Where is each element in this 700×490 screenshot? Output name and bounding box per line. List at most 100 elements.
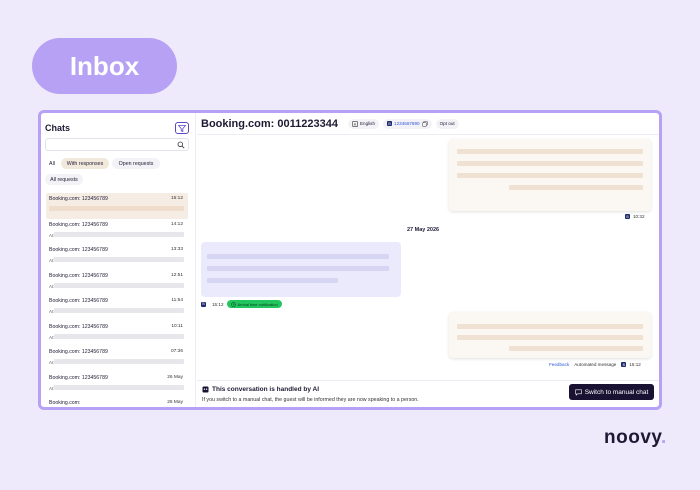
chat-preview [54,308,184,313]
message-text [457,173,643,178]
chat-name: Booking.com: [49,400,81,406]
page-title-pill: Inbox [32,38,177,94]
conversation-panel: Booking.com: 0011223344 A English B 1234… [197,113,659,407]
message-text [457,149,643,154]
message-text [509,346,643,351]
chat-preview [54,359,184,364]
message-text [457,324,643,329]
chat-time: 12:51 [170,272,183,278]
chat-preview [49,206,184,211]
language-chip[interactable]: A English [347,118,380,129]
tab-all[interactable]: All [45,158,59,169]
booking-badge-icon: B [621,362,627,367]
chat-list-item[interactable]: Booking.com: 123456789 14:12 AI: [46,219,188,245]
translate-icon: A [352,120,358,127]
message-text [207,278,338,283]
chat-list-item[interactable]: Booking.com: 123456789 07:36 AI: [46,346,188,372]
reservation-chip[interactable]: B 1234567890 [383,118,432,129]
copy-icon[interactable] [421,120,428,127]
booking-badge-icon: B [625,214,630,219]
chat-time: 07:36 [170,349,183,354]
message-meta: Feedback Automated message B 15:12 [549,362,641,367]
conversation-title: Booking.com: 0011223344 [201,117,338,130]
chat-preview [54,257,184,262]
conversation-header: Booking.com: 0011223344 A English B 1234… [197,113,659,135]
chat-name: Booking.com: 123456789 [49,272,108,279]
chat-list: Booking.com: 123456789 15:12 Booking.com… [46,193,188,407]
feedback-link[interactable]: Feedback [549,362,569,367]
search-icon[interactable] [177,141,185,149]
chat-preview [54,282,184,288]
message-text [457,335,643,340]
chat-name: Booking.com: 123456789 [49,221,108,228]
chat-sidebar: Chats All With responses Open requests A… [41,113,196,407]
booking-badge-icon: B [387,121,393,126]
ai-handling-banner: This conversation is handled by AI If yo… [197,380,659,407]
message-time: 10:32 [633,214,645,219]
switch-to-manual-chat-button[interactable]: Switch to manual chat [569,384,654,400]
date-separator: 27 May 2026 [407,227,440,233]
message-text [207,266,389,271]
page-title: Inbox [69,50,140,81]
arrival-label: Arrival time notification [237,301,278,307]
chat-list-item[interactable]: Booking.com: 123456789 15:12 [46,193,188,219]
chat-time: 11:54 [171,298,183,303]
chat-name: Booking.com: 123456789 [49,374,108,381]
chat-icon [575,389,582,396]
filter-button[interactable] [175,122,189,134]
robot-icon [202,386,209,393]
message-text [457,161,643,166]
chat-list-item[interactable]: Booking.com: 123456789 12:51 AI: [46,270,188,296]
chat-name: Booking.com: 123456789 [49,247,108,253]
chat-list-item[interactable]: Booking.com: 123456789 11:54 AI: [46,295,188,321]
chat-name: Booking.com: 123456789 [49,196,108,202]
message-meta: B 10:32 [625,214,645,219]
message-time: 15:12 [629,362,641,367]
tab-all-requests[interactable]: All requests [45,174,83,185]
chat-name: Booking.com: 123456789 [49,323,108,330]
chat-preview [54,231,184,237]
arrival-notification-badge: Arrival time notification [226,300,282,308]
chat-time: 26 May [167,374,183,380]
app-window: Chats All With responses Open requests A… [38,110,662,410]
message-time: 15:12 [212,301,224,307]
message-text [207,254,389,259]
chat-list-item[interactable]: Booking.com: 123456789 10:11 AI: [46,321,188,347]
sidebar-title: Chats [45,123,71,133]
chat-name: Booking.com: 123456789 [49,349,108,355]
svg-text:A: A [354,122,357,126]
chat-list-item[interactable]: Booking.com: 123456789 26 May AI: [46,372,188,398]
chat-preview [54,333,184,339]
noovy-logo: noovy. [604,427,667,449]
switch-button-label: Switch to manual chat [584,388,649,396]
message-text [509,185,643,190]
chat-list-item[interactable]: Booking.com: 123456789 13:33 AI: [46,244,188,270]
chat-time: 13:33 [170,247,183,252]
chat-name: Booking.com: 123456789 [49,298,108,304]
booking-badge-icon: B [201,301,206,307]
tab-with-responses[interactable]: With responses [61,158,109,169]
incoming-message [201,242,401,297]
chat-preview [54,384,184,390]
banner-title-row: This conversation is handled by AI [202,386,319,393]
automated-message-label: Automated message [574,362,617,367]
logo-text: noovy [604,427,662,448]
outgoing-message [449,139,651,211]
language-label: English [359,121,376,126]
filter-icon [178,124,186,132]
clock-icon [230,301,236,307]
reservation-id: 1234567890 [394,121,420,126]
banner-title: This conversation is handled by AI [212,386,320,393]
search-input[interactable] [49,145,169,157]
sidebar-header: Chats [45,120,189,136]
search-box[interactable] [45,138,189,157]
chat-time: 26 May [167,400,183,405]
outgoing-message [449,312,651,358]
banner-description: If you switch to a manual chat, the gues… [202,397,419,403]
opt-out-button[interactable]: Opt out [435,118,459,129]
tab-open-requests[interactable]: Open requests [112,158,160,169]
chat-time: 14:12 [170,221,183,227]
chat-list-item[interactable]: Booking.com: 26 May [46,397,188,407]
logo-dot: . [661,427,667,448]
chat-time: 15:12 [170,196,183,201]
